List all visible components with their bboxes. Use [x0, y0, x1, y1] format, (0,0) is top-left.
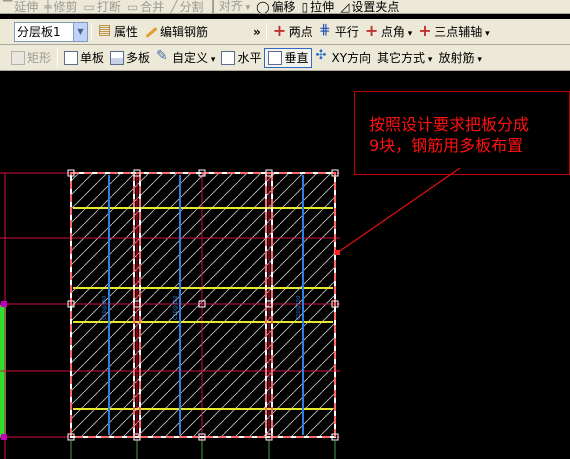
- merge-tool[interactable]: ▭ 合并: [124, 0, 167, 14]
- annotation-callout: 按照设计要求把板分成 9块，钢筋用多板布置: [354, 91, 570, 175]
- multi-board-label: 多板: [126, 51, 151, 65]
- xy-direction-button[interactable]: XY方向: [312, 47, 374, 69]
- stretch-label: 拉伸: [310, 0, 335, 14]
- rebar-annotation: C10@150: [102, 296, 108, 320]
- callout-line-2: 9块，钢筋用多板布置: [369, 136, 524, 155]
- grip-label: 设置夹点: [351, 0, 400, 14]
- xy-direction-icon: [315, 48, 329, 65]
- floor-select[interactable]: 分层板1 ▼: [14, 21, 88, 42]
- rebar-annotation: C10@150: [173, 296, 179, 320]
- horizontal-label: 水平: [237, 51, 262, 65]
- rectangle-label: 矩形: [27, 51, 52, 65]
- align-tool[interactable]: ┃ 对齐: [206, 0, 253, 13]
- callout-leader: [336, 167, 461, 254]
- overflow-chevron-label: »: [253, 24, 261, 39]
- single-board-label: 单板: [80, 51, 105, 65]
- three-point-aux-button[interactable]: 三点辅轴: [415, 21, 492, 43]
- separator: [265, 22, 267, 41]
- other-method-button[interactable]: 其它方式: [374, 47, 435, 69]
- edit-rebar-icon: [144, 25, 158, 39]
- merge-label: 合并: [140, 0, 165, 14]
- horizontal-button[interactable]: 水平: [218, 47, 264, 69]
- break-label: 打断: [96, 0, 121, 14]
- vertical-label: 垂直: [284, 51, 309, 65]
- property-button[interactable]: 属性: [95, 21, 141, 43]
- multi-board-icon: [110, 50, 125, 65]
- other-method-label: 其它方式: [377, 49, 432, 66]
- layer-toolbar: 分层板1 ▼ 属性 编辑钢筋 » 两点 平行 点角 三点辅轴: [0, 19, 570, 45]
- vertical-icon: [268, 50, 283, 65]
- point-angle-icon: [365, 21, 379, 40]
- lower-guides: [70, 441, 336, 459]
- parallel-label: 平行: [334, 25, 359, 39]
- two-point-label: 两点: [288, 25, 313, 39]
- single-board-icon: [64, 50, 79, 65]
- offset-tool[interactable]: ◯ 偏移: [253, 0, 298, 14]
- custom-label: 自定义: [172, 49, 215, 66]
- single-board-button[interactable]: 单板: [61, 47, 107, 69]
- custom-button[interactable]: 自定义: [153, 47, 218, 69]
- callout-line-1: 按照设计要求把板分成: [369, 115, 530, 134]
- column-grip[interactable]: [1, 434, 7, 440]
- horizontal-icon: [221, 50, 236, 65]
- column-grip[interactable]: [1, 301, 7, 307]
- separator: [57, 48, 59, 67]
- two-point-axis-button[interactable]: 两点: [270, 21, 316, 43]
- radial-button[interactable]: 放射筋: [435, 47, 484, 69]
- callout-anchor: [335, 250, 340, 255]
- edit-rebar-button[interactable]: 编辑钢筋: [141, 21, 211, 43]
- two-point-icon: [273, 21, 287, 40]
- vertical-button[interactable]: 垂直: [264, 47, 313, 68]
- rectangle-button[interactable]: 矩形: [8, 47, 54, 69]
- parallel-icon: [319, 22, 333, 39]
- stretch-tool[interactable]: ▯ 拉伸: [299, 0, 338, 14]
- separator: [91, 22, 92, 41]
- parallel-axis-button[interactable]: 平行: [316, 21, 362, 43]
- grip-tool[interactable]: ◿ 设置夹点: [337, 0, 402, 14]
- custom-icon: [156, 48, 170, 65]
- edit-rebar-label: 编辑钢筋: [160, 25, 209, 39]
- xy-direction-label: XY方向: [331, 51, 372, 65]
- trim-label: 修剪: [53, 0, 78, 14]
- split-tool[interactable]: ╱ 分割: [167, 0, 206, 14]
- extend-label: 延伸: [14, 0, 39, 14]
- floor-select-value: 分层板1: [17, 25, 61, 39]
- rebar-layout-toolbar: 矩形 单板 多板 自定义 水平 垂直 XY方向 其它方式 放射筋: [0, 45, 570, 71]
- extend-tool[interactable]: ▔ 延伸: [0, 0, 41, 14]
- three-point-aux-label: 三点辅轴: [434, 23, 489, 40]
- rebar-annotation: C10@150: [296, 296, 302, 320]
- break-tool[interactable]: ▭ 打断: [81, 0, 124, 14]
- offset-label: 偏移: [271, 0, 296, 14]
- three-point-icon: [418, 21, 432, 40]
- radial-label: 放射筋: [438, 49, 481, 66]
- point-angle-button[interactable]: 点角: [362, 21, 415, 43]
- point-angle-label: 点角: [381, 23, 412, 40]
- modify-toolbar: ▔ 延伸 ╪ 修剪 ▭ 打断 ▭ 合并 ╱ 分割 ┃ 对齐 ◯ 偏移 ▯ 拉伸 …: [0, 0, 570, 14]
- overflow-chevron[interactable]: »: [251, 21, 263, 43]
- property-label: 属性: [114, 25, 139, 39]
- multi-board-button[interactable]: 多板: [107, 47, 153, 69]
- rectangle-icon: [11, 50, 25, 65]
- align-label: 对齐: [219, 0, 250, 13]
- chevron-down-icon[interactable]: ▼: [73, 22, 87, 41]
- split-label: 分割: [179, 0, 204, 14]
- trim-tool[interactable]: ╪ 修剪: [41, 0, 80, 14]
- property-icon: [98, 22, 112, 39]
